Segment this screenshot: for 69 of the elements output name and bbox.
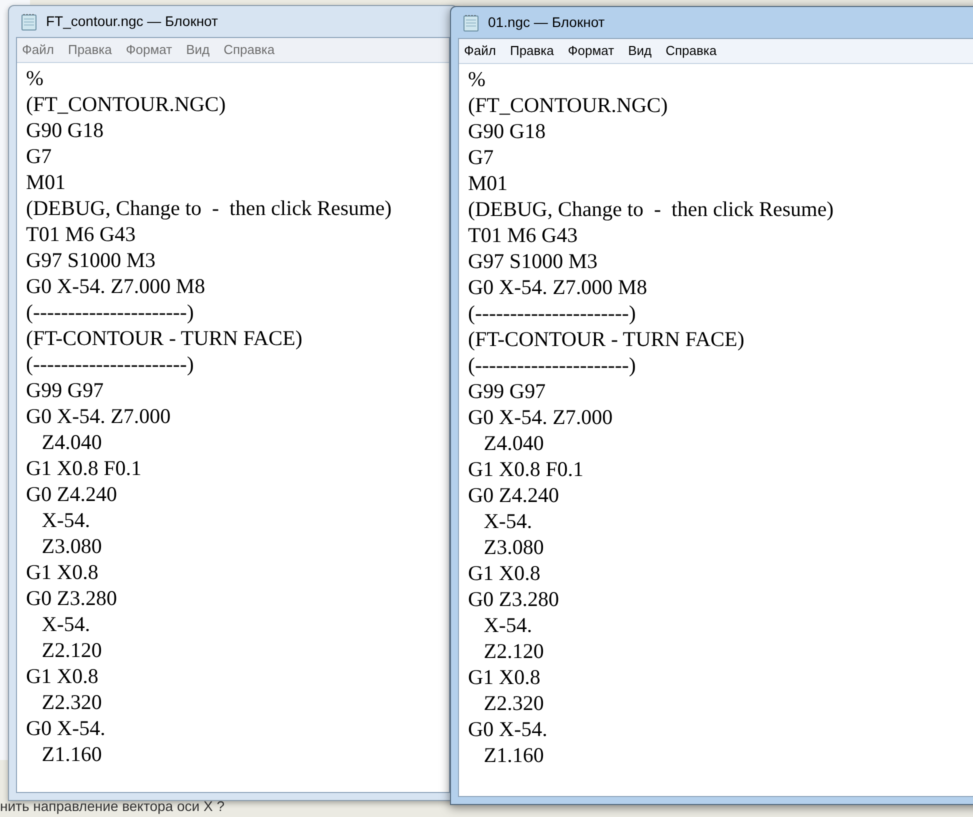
code-line: (FT-CONTOUR - TURN FACE): [26, 325, 302, 351]
code-line: Z1.160: [40, 741, 102, 767]
code-line: G97 S1000 M3: [468, 248, 598, 274]
code-line: G1 X0.8: [468, 664, 540, 690]
code-line: G0 X-54. Z7.000: [468, 404, 613, 430]
code-line: G7: [26, 143, 52, 169]
code-line: G90 G18: [468, 118, 546, 144]
code-line: G7: [468, 144, 494, 170]
code-line: M01: [468, 170, 508, 196]
code-line: G0 Z4.240: [468, 482, 559, 508]
code-line: (DEBUG, Change to - then click Resume): [26, 195, 392, 221]
background-text: нить направление вектора оси X ?: [0, 798, 224, 814]
menu-item[interactable]: Справка: [224, 40, 275, 60]
code-line: G99 G97: [468, 378, 546, 404]
code-line: G0 X-54. Z7.000 M8: [26, 273, 206, 299]
code-line: (FT_CONTOUR.NGC): [468, 92, 668, 118]
code-line: (DEBUG, Change to - then click Resume): [468, 196, 834, 222]
menu-item[interactable]: Формат: [568, 41, 614, 61]
code-line: (FT-CONTOUR - TURN FACE): [468, 326, 744, 352]
menu-item[interactable]: Вид: [186, 40, 210, 60]
code-line: Z2.120: [482, 638, 544, 664]
code-line: Z2.320: [40, 689, 102, 715]
code-line: G0 Z4.240: [26, 481, 117, 507]
code-line: G0 Z3.280: [26, 585, 117, 611]
code-line: Z3.080: [482, 534, 544, 560]
code-line: (----------------------): [468, 300, 636, 326]
code-line: %: [26, 65, 44, 91]
code-line: G97 S1000 M3: [26, 247, 156, 273]
menu-item[interactable]: Правка: [68, 40, 112, 60]
code-line: Z4.040: [40, 429, 102, 455]
menu-item[interactable]: Справка: [666, 41, 717, 61]
code-line: (----------------------): [26, 299, 194, 325]
code-line: (FT_CONTOUR.NGC): [26, 91, 226, 117]
menu-item[interactable]: Правка: [510, 41, 554, 61]
code-line: G0 X-54.: [468, 716, 548, 742]
code-line: Z2.120: [40, 637, 102, 663]
notepad-icon: [20, 12, 38, 30]
code-line: Z4.040: [482, 430, 544, 456]
code-line: G1 X0.8: [468, 560, 540, 586]
code-line: G90 G18: [26, 117, 104, 143]
code-line: G0 X-54. Z7.000: [26, 403, 171, 429]
code-line: %: [468, 66, 486, 92]
code-line: G1 X0.8: [26, 663, 98, 689]
menu-item[interactable]: Формат: [126, 40, 172, 60]
code-line: G0 X-54. Z7.000 M8: [468, 274, 648, 300]
menu-item[interactable]: Файл: [22, 40, 54, 60]
code-line: M01: [26, 169, 66, 195]
code-line: G0 X-54.: [26, 715, 106, 741]
window-title: 01.ngc — Блокнот: [488, 13, 605, 32]
code-line: G1 X0.8: [26, 559, 98, 585]
code-line: Z2.320: [482, 690, 544, 716]
code-line: G0 Z3.280: [468, 586, 559, 612]
menu-item[interactable]: Вид: [628, 41, 652, 61]
code-line: Z3.080: [40, 533, 102, 559]
code-line: X-54.: [482, 508, 532, 534]
code-line: Z1.160: [482, 742, 544, 768]
code-line: T01 M6 G43: [26, 221, 136, 247]
code-line: (----------------------): [26, 351, 194, 377]
code-line: G99 G97: [26, 377, 104, 403]
menu-item[interactable]: Файл: [464, 41, 496, 61]
code-line: (----------------------): [468, 352, 636, 378]
code-line: G1 X0.8 F0.1: [26, 455, 142, 481]
notepad-icon: [462, 14, 480, 32]
code-line: X-54.: [40, 611, 90, 637]
code-line: T01 M6 G43: [468, 222, 578, 248]
code-line: G1 X0.8 F0.1: [468, 456, 584, 482]
window-title: FT_contour.ngc — Блокнот: [46, 12, 218, 31]
code-line: X-54.: [482, 612, 532, 638]
code-line: X-54.: [40, 507, 90, 533]
